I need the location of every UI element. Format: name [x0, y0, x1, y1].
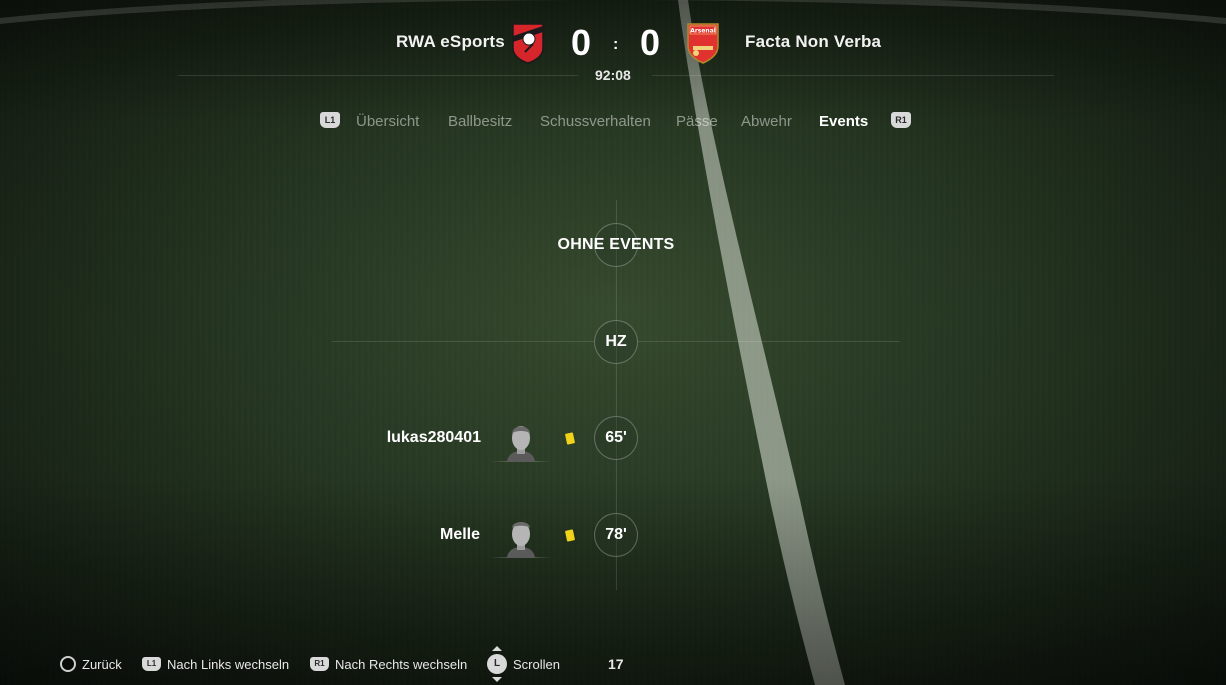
switch-left-action[interactable]: L1 Nach Links wechseln	[142, 654, 289, 674]
page-number: 17	[608, 656, 624, 672]
r1-button-icon: R1	[310, 657, 329, 671]
r1-button-icon[interactable]: R1	[891, 112, 911, 128]
player-avatar-icon	[490, 426, 552, 462]
halftime-divider-right	[638, 341, 900, 342]
tab-schussverhalten[interactable]: Schussverhalten	[540, 113, 651, 130]
header-divider-left	[178, 75, 578, 76]
match-clock: 92:08	[595, 67, 631, 83]
l1-button-icon[interactable]: L1	[320, 112, 340, 128]
player-avatar-icon	[490, 522, 552, 558]
event-player-name: Melle	[439, 526, 480, 543]
circle-button-icon	[60, 656, 76, 672]
scroll-action[interactable]: L Scrollen	[487, 646, 560, 682]
tab-uebersicht[interactable]: Übersicht	[356, 113, 419, 130]
tab-events[interactable]: Events	[819, 113, 868, 130]
match-stats-screen: RWA eSports 0 : 0 Arsenal Facta Non Verb…	[0, 0, 1226, 685]
away-team-name: Facta Non Verba	[745, 32, 882, 51]
away-crest-text: Arsenal	[690, 28, 716, 35]
yellow-card-icon	[564, 529, 576, 542]
event-minute: 65'	[594, 416, 638, 460]
back-label: Zurück	[82, 656, 122, 672]
tab-ballbesitz[interactable]: Ballbesitz	[448, 113, 512, 130]
l1-button-icon: L1	[142, 657, 161, 671]
home-score: 0	[571, 22, 592, 63]
home-team-name: RWA eSports	[396, 32, 505, 51]
event-player-name: lukas280401	[386, 429, 481, 446]
event-minute: 78'	[594, 513, 638, 557]
tab-paesse[interactable]: Pässe	[676, 113, 718, 130]
no-events-label: OHNE EVENTS	[557, 236, 675, 253]
away-score: 0	[640, 22, 661, 63]
switch-left-label: Nach Links wechseln	[167, 656, 290, 672]
yellow-card-icon	[564, 432, 576, 445]
halftime-divider-left	[332, 341, 594, 342]
tab-abwehr[interactable]: Abwehr	[741, 113, 792, 130]
left-stick-icon: L	[487, 646, 507, 682]
score-separator: :	[613, 36, 619, 53]
away-team-crest-icon: Arsenal	[687, 23, 719, 64]
home-team-crest-icon	[512, 23, 544, 64]
scroll-label: Scrollen	[513, 656, 560, 672]
switch-right-label: Nach Rechts wechseln	[335, 656, 468, 672]
halftime-marker: HZ	[594, 320, 638, 364]
back-action[interactable]: Zurück	[60, 654, 122, 674]
header-divider-right	[652, 75, 1054, 76]
switch-right-action[interactable]: R1 Nach Rechts wechseln	[310, 654, 467, 674]
